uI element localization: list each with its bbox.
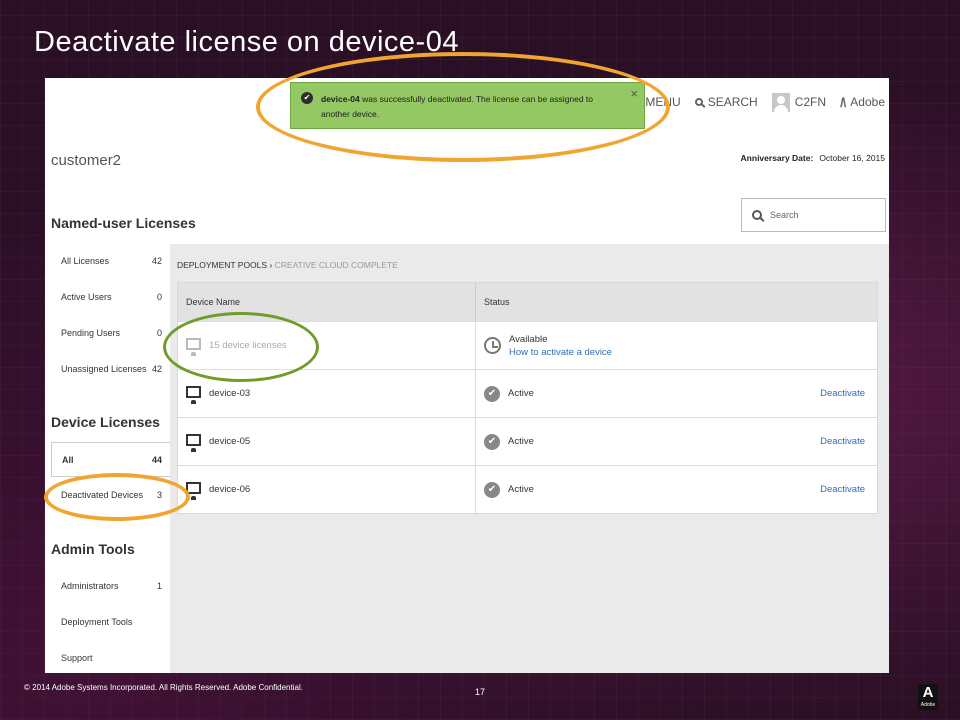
monitor-icon xyxy=(186,433,201,452)
close-icon[interactable]: × xyxy=(630,86,638,101)
sidebar-item-count: 1 xyxy=(156,581,162,591)
toast-device: device-04 xyxy=(321,94,360,104)
device-name: device-03 xyxy=(209,388,251,399)
sidebar-item-count: 0 xyxy=(156,328,162,338)
sidebar-item-label: Pending Users xyxy=(61,328,121,338)
table-row: 15 device licenses Available How to acti… xyxy=(178,321,877,369)
sidebar-item-label: All xyxy=(62,454,74,465)
sidebar-item-label: Deactivated Devices xyxy=(61,490,144,500)
sidebar-item-label: Administrators xyxy=(61,581,119,591)
device-licenses-heading: Device Licenses xyxy=(51,414,160,430)
status-text: Active xyxy=(508,436,534,447)
sidebar-item-count: 0 xyxy=(156,292,162,302)
breadcrumb-root[interactable]: DEPLOYMENT POOLS xyxy=(177,260,267,270)
status-text: Active xyxy=(508,388,534,399)
check-circle-icon: ✔ xyxy=(484,385,500,402)
search-nav-button[interactable]: SEARCH xyxy=(694,95,758,109)
anniversary-date: Anniversary Date: October 16, 2015 xyxy=(741,153,885,163)
anniversary-label: Anniversary Date: xyxy=(740,153,814,163)
named-user-heading: Named-user Licenses xyxy=(51,215,196,231)
monitor-icon xyxy=(186,385,201,404)
deactivate-button[interactable]: Deactivate xyxy=(820,388,865,399)
adobe-brand[interactable]: /\ Adobe xyxy=(840,95,885,110)
check-circle-icon: ✔ xyxy=(301,92,313,104)
check-circle-icon: ✔ xyxy=(484,433,500,450)
sidebar-item-administrators[interactable]: Administrators 1 xyxy=(51,568,170,604)
admin-console-screenshot: MENU SEARCH C2FN /\ Adobe ✔ device-04 wa… xyxy=(45,78,889,673)
table-header: Device Name Status xyxy=(178,283,877,321)
page-number: 17 xyxy=(475,687,486,697)
table-row: device-03 ✔ Active Deactivate xyxy=(178,369,877,417)
sidebar-item-deactivated-devices[interactable]: Deactivated Devices 3 xyxy=(51,477,170,513)
sidebar-item-label: Unassigned Licenses xyxy=(61,364,147,374)
monitor-icon xyxy=(186,337,201,356)
device-name: device-05 xyxy=(209,436,251,447)
devices-table: Device Name Status 15 device licenses Av… xyxy=(177,282,878,514)
search-placeholder: Search xyxy=(770,210,799,220)
org-name: customer2 xyxy=(51,152,122,169)
slide-title: Deactivate license on device-04 xyxy=(34,26,459,58)
sidebar-item-pending-users[interactable]: Pending Users 0 xyxy=(51,315,170,351)
user-menu[interactable]: C2FN xyxy=(771,92,827,112)
sidebar-item-support[interactable]: Support xyxy=(51,640,170,673)
sidebar-item-count: 3 xyxy=(156,490,162,500)
search-input[interactable]: Search xyxy=(741,198,886,232)
sidebar-item-all-licenses[interactable]: All Licenses 42 xyxy=(51,243,170,279)
breadcrumb-current: CREATIVE CLOUD COMPLETE xyxy=(274,260,398,270)
clock-icon xyxy=(484,337,501,354)
sidebar-item-label: Support xyxy=(61,653,93,663)
deactivate-button[interactable]: Deactivate xyxy=(820,484,865,495)
brand-label: Adobe xyxy=(850,95,885,109)
sidebar-item-unassigned-licenses[interactable]: Unassigned Licenses 42 xyxy=(51,351,170,387)
monitor-icon xyxy=(186,481,201,500)
user-name: C2FN xyxy=(794,95,827,109)
column-header-status[interactable]: Status xyxy=(476,283,877,321)
sidebar-item-active-users[interactable]: Active Users 0 xyxy=(51,279,170,315)
breadcrumb-separator: › xyxy=(267,260,275,270)
sidebar-item-all-devices[interactable]: All 44 xyxy=(51,442,170,477)
table-row: device-06 ✔ Active Deactivate xyxy=(178,465,877,513)
logo-word: Adobe xyxy=(920,702,936,708)
sidebar-item-deployment-tools[interactable]: Deployment Tools xyxy=(51,604,170,640)
sidebar-item-label: All Licenses xyxy=(61,256,110,266)
adobe-logo-icon: A Adobe xyxy=(918,684,938,710)
user-avatar-icon xyxy=(771,92,790,112)
column-header-device-name[interactable]: Device Name xyxy=(178,283,476,321)
deactivate-button[interactable]: Deactivate xyxy=(820,436,865,447)
anniversary-value: October 16, 2015 xyxy=(819,153,885,163)
device-name: 15 device licenses xyxy=(209,340,287,351)
device-name: device-06 xyxy=(209,484,251,495)
check-circle-icon: ✔ xyxy=(484,481,500,498)
copyright-text: © 2014 Adobe Systems Incorporated. All R… xyxy=(24,683,303,692)
admin-tools-heading: Admin Tools xyxy=(51,541,135,557)
main-content: DEPLOYMENT POOLS › CREATIVE CLOUD COMPLE… xyxy=(170,244,889,673)
sidebar-item-count: 42 xyxy=(151,256,162,266)
table-row: device-05 ✔ Active Deactivate xyxy=(178,417,877,465)
toast-message: was successfully deactivated. The licens… xyxy=(321,94,594,119)
adobe-logo-icon: /\ xyxy=(840,94,846,110)
activate-help-link[interactable]: How to activate a device xyxy=(509,346,612,359)
sidebar-item-label: Active Users xyxy=(61,292,112,302)
search-nav-label: SEARCH xyxy=(707,95,758,109)
menu-label: MENU xyxy=(645,95,681,109)
sidebar-item-count: 42 xyxy=(151,364,162,374)
top-nav: MENU SEARCH C2FN /\ Adobe xyxy=(628,92,885,112)
sidebar-item-label: Deployment Tools xyxy=(61,617,133,627)
breadcrumb: DEPLOYMENT POOLS › CREATIVE CLOUD COMPLE… xyxy=(177,260,398,270)
status-text: Active xyxy=(508,484,534,495)
search-icon xyxy=(694,98,703,106)
status-text: Available xyxy=(509,333,548,345)
success-toast: ✔ device-04 was successfully deactivated… xyxy=(290,82,645,129)
sidebar-item-count: 44 xyxy=(151,454,162,465)
search-icon xyxy=(752,210,762,220)
